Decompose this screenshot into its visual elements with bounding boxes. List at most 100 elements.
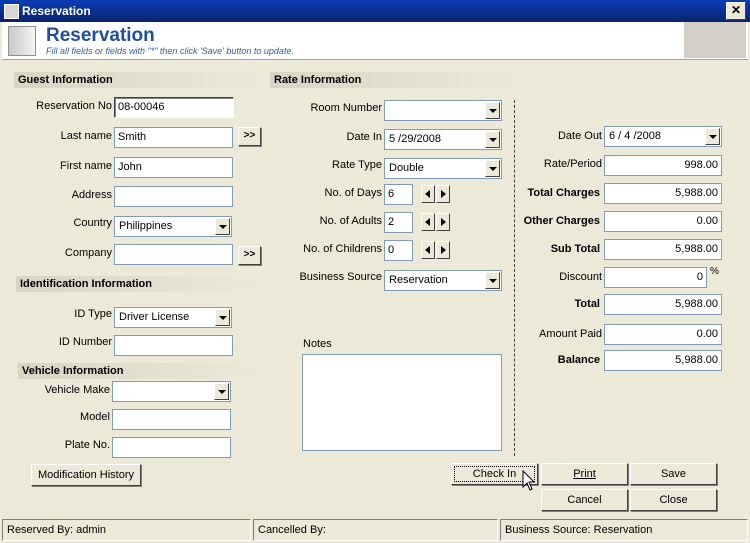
sub-total-label: Sub Total bbox=[550, 243, 600, 255]
window-title: Reservation bbox=[22, 4, 91, 18]
no-of-adults-field[interactable]: 2 bbox=[384, 212, 413, 233]
business-source-select[interactable]: Reservation bbox=[384, 270, 502, 291]
model-label: Model bbox=[80, 411, 110, 423]
rate-type-value: Double bbox=[389, 162, 424, 174]
address-field[interactable] bbox=[114, 186, 233, 207]
notes-textarea[interactable] bbox=[302, 354, 502, 451]
calendar-dropdown-icon[interactable] bbox=[705, 128, 720, 145]
address-label: Address bbox=[71, 189, 112, 201]
business-source-label: Business Source bbox=[299, 271, 382, 283]
id-type-value: Driver License bbox=[119, 311, 190, 323]
increase-adults-icon[interactable] bbox=[436, 213, 450, 231]
plate-no-label: Plate No. bbox=[64, 439, 110, 451]
other-charges-field[interactable]: 0.00 bbox=[604, 211, 722, 232]
first-name-field[interactable]: John bbox=[114, 157, 233, 178]
id-type-select[interactable]: Driver License bbox=[114, 307, 232, 328]
modification-history-button[interactable]: Modification History bbox=[31, 464, 141, 486]
balance-field[interactable]: 5,988.00 bbox=[604, 350, 722, 371]
print-button[interactable]: Print bbox=[541, 463, 628, 485]
browse-guest-button[interactable]: >> bbox=[238, 127, 261, 146]
decrease-adults-icon[interactable] bbox=[421, 213, 435, 231]
status-cancelled-by: Cancelled By: bbox=[253, 519, 498, 541]
reservation-no-label: Reservation No bbox=[36, 100, 112, 112]
column-divider bbox=[514, 100, 515, 456]
chevron-down-icon[interactable] bbox=[215, 309, 230, 326]
last-name-label: Last name bbox=[60, 130, 112, 142]
section-identification-information: Identification Information bbox=[16, 276, 260, 292]
id-number-label: ID Number bbox=[58, 336, 112, 348]
window-titlebar: Reservation ✕ bbox=[0, 0, 750, 22]
reservation-no-field[interactable]: 08-00046 bbox=[114, 97, 234, 118]
calendar-dropdown-icon[interactable] bbox=[485, 131, 500, 148]
chevron-down-icon[interactable] bbox=[485, 160, 500, 177]
chevron-down-icon[interactable] bbox=[485, 272, 500, 289]
total-field[interactable]: 5,988.00 bbox=[604, 294, 722, 315]
total-charges-field[interactable]: 5,988.00 bbox=[604, 183, 722, 204]
rate-period-label: Rate/Period bbox=[543, 158, 602, 170]
save-button[interactable]: Save bbox=[630, 463, 717, 485]
app-icon bbox=[4, 4, 19, 19]
total-charges-label: Total Charges bbox=[527, 187, 600, 199]
rate-period-field[interactable]: 998.00 bbox=[604, 155, 722, 176]
page-title: Reservation bbox=[46, 25, 155, 46]
form-header: Reservation Fill all fields or fields wi… bbox=[2, 22, 748, 60]
chevron-down-icon[interactable] bbox=[214, 383, 229, 400]
plate-no-field[interactable] bbox=[112, 437, 231, 458]
company-field[interactable] bbox=[114, 244, 233, 265]
first-name-label: First name bbox=[60, 160, 112, 172]
section-vehicle-information: Vehicle Information bbox=[18, 363, 260, 379]
close-icon[interactable]: ✕ bbox=[726, 2, 746, 20]
date-in-value: 5 /29/2008 bbox=[389, 133, 441, 145]
sub-total-field[interactable]: 5,988.00 bbox=[604, 239, 722, 260]
vehicle-make-select[interactable] bbox=[112, 381, 231, 402]
document-icon bbox=[8, 26, 36, 56]
discount-label: Discount bbox=[559, 271, 602, 283]
date-in-label: Date In bbox=[346, 131, 382, 143]
cancel-button[interactable]: Cancel bbox=[541, 489, 628, 511]
status-reserved-by: Reserved By: admin bbox=[2, 519, 251, 541]
increase-childrens-icon[interactable] bbox=[436, 241, 450, 259]
close-button[interactable]: Close bbox=[630, 489, 717, 511]
page-subtitle: Fill all fields or fields with "*" then … bbox=[46, 46, 294, 56]
date-out-value: 6 / 4 /2008 bbox=[609, 130, 661, 142]
room-number-label: Room Number bbox=[310, 102, 382, 114]
no-of-days-field[interactable]: 6 bbox=[384, 184, 413, 205]
rate-type-label: Rate Type bbox=[332, 159, 382, 171]
model-field[interactable] bbox=[112, 409, 231, 430]
discount-percent-unit: % bbox=[710, 266, 719, 277]
mouse-pointer-icon bbox=[522, 470, 536, 491]
chevron-down-icon[interactable] bbox=[215, 218, 230, 235]
notes-label: Notes bbox=[303, 338, 332, 350]
date-in-picker[interactable]: 5 /29/2008 bbox=[384, 129, 502, 150]
section-rate-information: Rate Information bbox=[270, 72, 516, 88]
status-business-source: Business Source: Reservation bbox=[500, 519, 748, 541]
no-of-childrens-field[interactable]: 0 bbox=[384, 240, 413, 261]
date-out-label: Date Out bbox=[557, 130, 602, 142]
rate-type-select[interactable]: Double bbox=[384, 158, 502, 179]
amount-paid-label: Amount Paid bbox=[539, 328, 602, 340]
business-source-value: Reservation bbox=[389, 274, 448, 286]
country-select[interactable]: Philippines bbox=[114, 216, 232, 237]
id-type-label: ID Type bbox=[74, 308, 112, 320]
increase-days-icon[interactable] bbox=[436, 185, 450, 203]
browse-company-button[interactable]: >> bbox=[238, 246, 261, 265]
date-out-picker[interactable]: 6 / 4 /2008 bbox=[604, 126, 722, 147]
decrease-childrens-icon[interactable] bbox=[421, 241, 435, 259]
company-label: Company bbox=[64, 247, 112, 259]
vehicle-make-label: Vehicle Make bbox=[44, 384, 110, 396]
other-charges-label: Other Charges bbox=[523, 215, 600, 227]
chevron-down-icon[interactable] bbox=[485, 102, 500, 119]
decrease-days-icon[interactable] bbox=[421, 185, 435, 203]
no-of-childrens-label: No. of Childrens bbox=[303, 243, 382, 255]
amount-paid-field[interactable]: 0.00 bbox=[604, 324, 722, 345]
balance-label: Balance bbox=[557, 354, 600, 366]
id-number-field[interactable] bbox=[114, 335, 233, 356]
country-value: Philippines bbox=[119, 220, 173, 232]
country-label: Country bbox=[73, 217, 112, 229]
no-of-adults-label: No. of Adults bbox=[319, 215, 382, 227]
last-name-field[interactable]: Smith bbox=[114, 127, 233, 148]
header-side-panel bbox=[684, 22, 746, 58]
room-number-select[interactable] bbox=[384, 100, 502, 121]
section-guest-information: Guest Information bbox=[14, 72, 260, 88]
discount-field[interactable]: 0 bbox=[604, 267, 707, 288]
